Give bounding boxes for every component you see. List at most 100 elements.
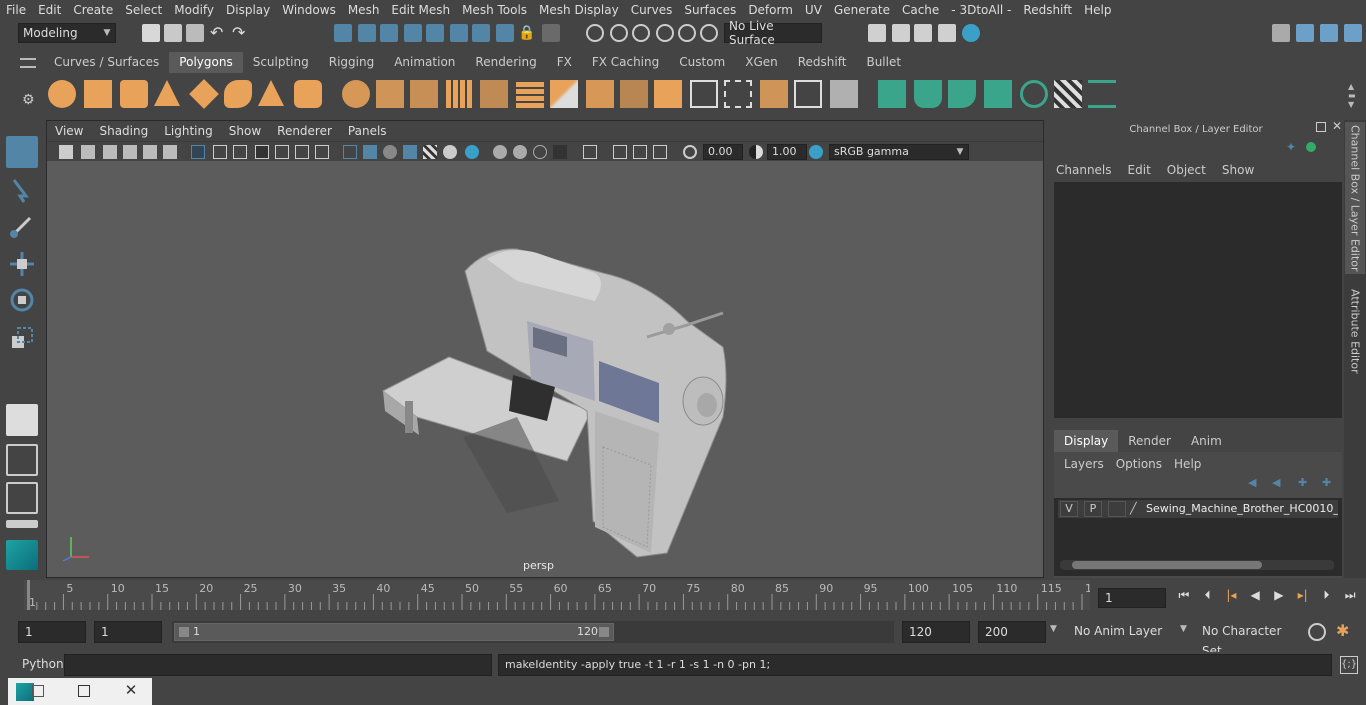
spherical-map-icon[interactable]	[794, 80, 822, 108]
visibility-toggle[interactable]: V	[1060, 501, 1078, 517]
snap-point-icon[interactable]	[450, 24, 468, 42]
motion-blur-icon[interactable]	[513, 145, 527, 159]
snap-grid-icon[interactable]	[404, 24, 422, 42]
menu-uv[interactable]: UV	[799, 3, 828, 17]
tab-curves-surfaces[interactable]: Curves / Surfaces	[44, 52, 169, 73]
step-back-key-icon[interactable]: ⏴	[1198, 588, 1218, 608]
restore-icon[interactable]	[32, 685, 44, 697]
textured-icon[interactable]	[423, 145, 437, 159]
layer-color-icon[interactable]: ╱	[1130, 502, 1142, 516]
menu-edit-mesh[interactable]: Edit Mesh	[385, 3, 456, 17]
lights-icon[interactable]	[443, 145, 457, 159]
poly-torus-icon[interactable]	[224, 80, 252, 108]
symmetry-icon[interactable]	[542, 24, 560, 42]
gamma-field[interactable]: 1.00	[767, 144, 807, 160]
auto-map-icon[interactable]	[830, 80, 858, 108]
new-layer-icon[interactable]: ✚	[1298, 476, 1312, 489]
range-start-handle[interactable]	[179, 627, 189, 637]
ssao-icon[interactable]	[493, 145, 507, 159]
green-tool-7-icon[interactable]	[1088, 80, 1116, 108]
green-tool-5-icon[interactable]	[1020, 80, 1048, 108]
render-view-icon[interactable]	[868, 24, 886, 42]
magnet-icon[interactable]	[656, 24, 674, 42]
layout-single-icon[interactable]	[6, 444, 38, 476]
separate-icon[interactable]	[376, 80, 404, 108]
render-settings-icon[interactable]	[938, 24, 956, 42]
command-input[interactable]	[64, 654, 492, 676]
tab-fx-caching[interactable]: FX Caching	[582, 52, 669, 73]
new-layer-selected-icon[interactable]: ✚	[1322, 476, 1336, 489]
tab-animation[interactable]: Animation	[384, 52, 465, 73]
checker-icon[interactable]	[1054, 80, 1082, 108]
lasso-tool-icon[interactable]	[6, 174, 38, 206]
layout-outliner-icon[interactable]	[6, 520, 38, 528]
gate-mask-icon[interactable]	[255, 145, 269, 159]
bookmark-icon[interactable]	[103, 145, 117, 159]
side-tab-attribute-editor[interactable]: Attribute Editor	[1345, 286, 1365, 376]
menu-mesh-display[interactable]: Mesh Display	[533, 3, 625, 17]
field-chart-icon[interactable]	[275, 145, 289, 159]
safe-action-icon[interactable]	[295, 145, 309, 159]
cancel-snap-icon[interactable]	[678, 24, 696, 42]
tab-anim[interactable]: Anim	[1181, 430, 1232, 452]
camera-attr-icon[interactable]	[81, 145, 95, 159]
current-frame-field[interactable]: 1	[1098, 588, 1166, 608]
character-set-selector[interactable]: No Character Set	[1196, 621, 1300, 658]
hypershade-icon[interactable]	[962, 24, 980, 42]
viewport-canvas[interactable]: persp	[47, 161, 1043, 577]
cb-menu-show[interactable]: Show	[1214, 160, 1262, 180]
anti-alias-icon[interactable]	[533, 145, 547, 159]
menu-modify[interactable]: Modify	[168, 3, 220, 17]
end-time-field[interactable]: 200	[978, 621, 1046, 643]
playback-end-field[interactable]: 120	[902, 621, 970, 643]
poly-cylinder-icon[interactable]	[120, 80, 148, 108]
menu-deform[interactable]: Deform	[742, 3, 799, 17]
select-by-object-icon[interactable]	[358, 24, 376, 42]
range-slider-thumb[interactable]: 1 120	[174, 623, 614, 641]
select-by-hierarchy-icon[interactable]	[334, 24, 352, 42]
play-forward-icon[interactable]: ▶	[1269, 588, 1289, 608]
poly-sphere-icon[interactable]	[48, 80, 76, 108]
resolution-gate-icon[interactable]	[233, 145, 247, 159]
wireframe-on-shaded-icon[interactable]	[403, 145, 417, 159]
grease-pencil-icon[interactable]	[163, 145, 177, 159]
bevel-icon[interactable]	[550, 80, 578, 108]
tab-xgen[interactable]: XGen	[735, 52, 788, 73]
multi-cut-icon[interactable]	[620, 80, 648, 108]
layout-two-panes-icon[interactable]	[6, 482, 38, 514]
green-tool-3-icon[interactable]	[948, 80, 976, 108]
time-slider[interactable]: 1 5 10 15 20 25 30 35 40 45 50 55 60 65 70 75 80 85 90 95 10…	[20, 580, 1099, 612]
undo-icon[interactable]: ↶	[210, 24, 228, 42]
play-backward-icon[interactable]: ◀	[1245, 588, 1265, 608]
ipr-render-icon[interactable]	[914, 24, 932, 42]
anim-layer-selector[interactable]: No Anim Layer	[1068, 621, 1164, 643]
attribute-editor-icon[interactable]	[1296, 24, 1314, 42]
input-ops-icon[interactable]	[586, 24, 604, 42]
tab-display[interactable]: Display	[1054, 430, 1119, 452]
tab-bullet[interactable]: Bullet	[856, 52, 911, 73]
menu-surfaces[interactable]: Surfaces	[678, 3, 742, 17]
xray-components-icon[interactable]	[653, 145, 667, 159]
select-tool-icon[interactable]	[6, 136, 38, 168]
poly-pipe-icon[interactable]	[294, 80, 322, 108]
channel-box-icon[interactable]	[1344, 24, 1362, 42]
extrude-icon[interactable]	[480, 80, 508, 108]
playback-start-field[interactable]: 1	[94, 621, 162, 643]
menu-help[interactable]: Help	[1078, 3, 1117, 17]
shadows-icon[interactable]	[465, 145, 479, 159]
go-to-end-icon[interactable]: ⏭	[1340, 588, 1360, 608]
smooth-shade-icon[interactable]	[363, 145, 377, 159]
xray-joints-icon[interactable]	[633, 145, 647, 159]
scale-tool-icon[interactable]	[6, 322, 38, 354]
range-slider[interactable]: 1 120	[172, 621, 894, 643]
menu-redshift[interactable]: Redshift	[1017, 3, 1078, 17]
gizmo-icon[interactable]: ✦	[1286, 140, 1298, 154]
menu-display[interactable]: Display	[220, 3, 276, 17]
layer-row[interactable]: V P ╱ Sewing_Machine_Brother_HC0010_la	[1058, 500, 1338, 518]
cb-menu-edit[interactable]: Edit	[1120, 160, 1159, 180]
poly-pyramid-icon[interactable]	[258, 80, 284, 106]
menu-create[interactable]: Create	[67, 3, 119, 17]
isolate-select-icon[interactable]	[583, 145, 597, 159]
exposure-field[interactable]: 0.00	[703, 144, 743, 160]
range-end-handle[interactable]	[599, 627, 609, 637]
